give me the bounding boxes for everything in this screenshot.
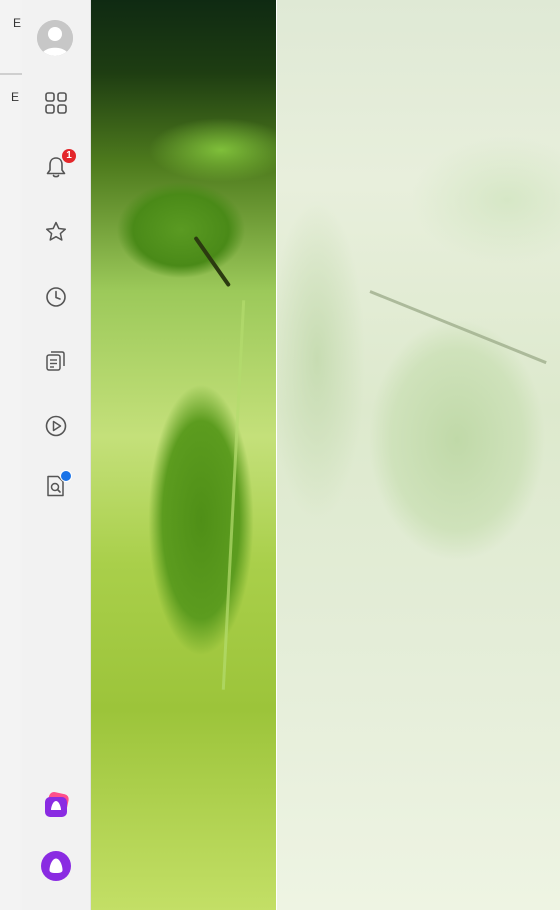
apps-button[interactable] [36,83,76,123]
grid-icon [45,92,67,114]
favorites-button[interactable] [36,212,76,252]
play-icon [45,415,67,437]
background-window-text: E [13,16,22,30]
history-button[interactable] [36,277,76,317]
notification-badge: 1 [62,149,76,163]
star-icon [45,221,67,241]
background-window-text: E [11,90,20,104]
screen-root: E E 1 [0,0,560,910]
background-faded-image [277,0,560,910]
user-avatar-icon[interactable] [37,20,73,56]
clock-icon [46,287,66,307]
sidebar: 1 [22,0,91,910]
alice-assistant-icon [41,851,71,881]
background-leaf-image [91,0,276,910]
alice-apps-icon [45,792,69,817]
assistant-button[interactable] [36,846,76,886]
video-button[interactable] [36,406,76,446]
document-search-dot [60,470,72,482]
app-stack-button[interactable] [36,785,76,825]
document-search-button[interactable] [36,466,76,506]
background-window-divider [0,73,22,75]
cards-icon [46,351,65,371]
background-window [0,0,22,910]
collections-button[interactable] [36,340,76,380]
notifications-button[interactable]: 1 [36,147,76,187]
